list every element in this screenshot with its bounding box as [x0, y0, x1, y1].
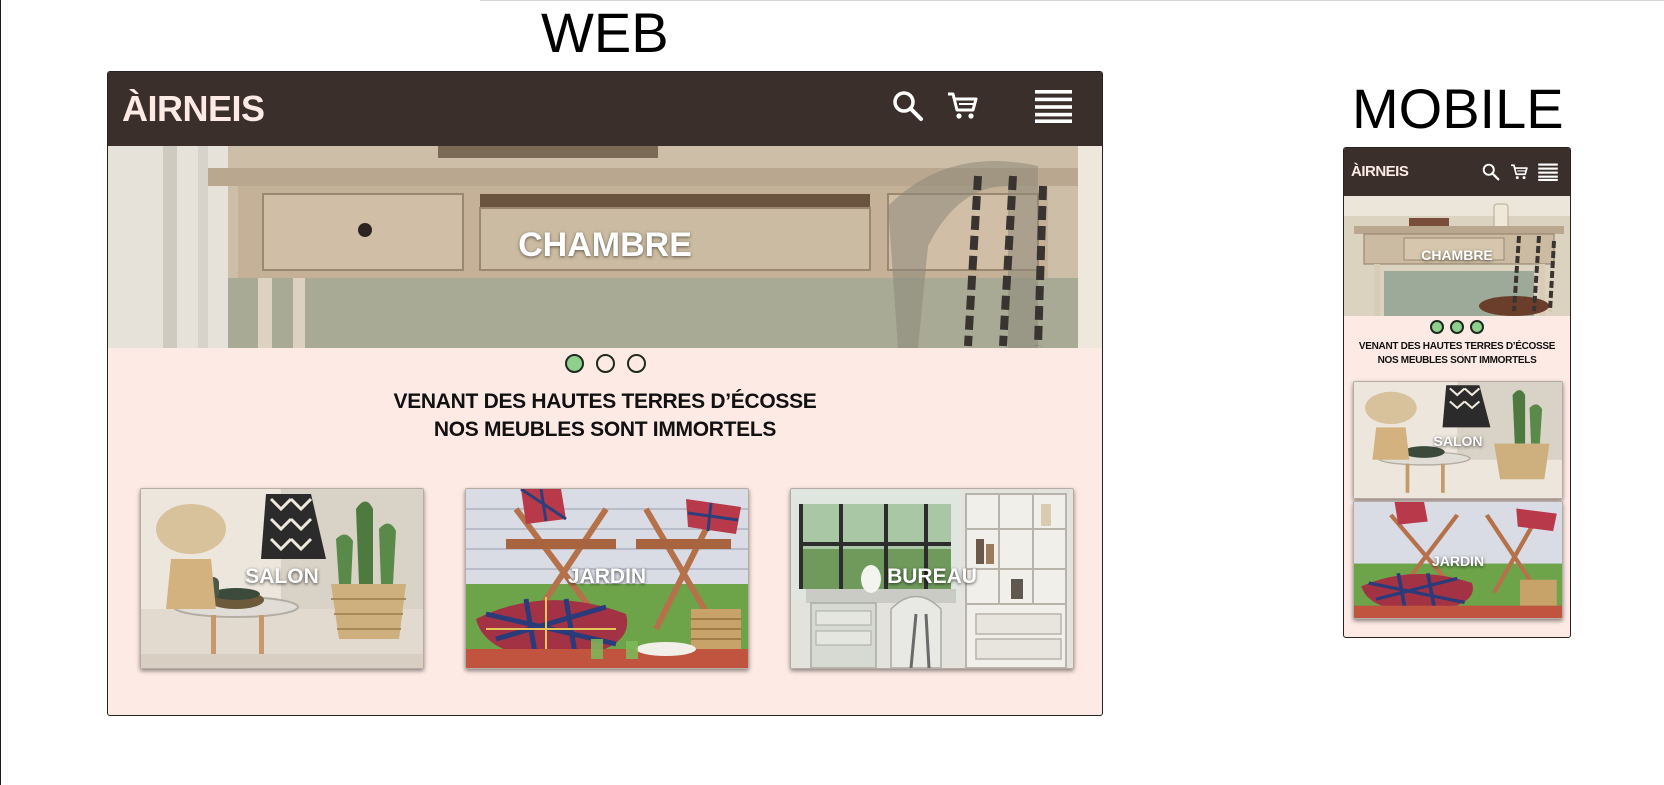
- mobile-mockup: ÀIRNEIS CHAMBRE VENANT DES HAUTES TERRES…: [1343, 147, 1571, 638]
- category-label: SALON: [1433, 433, 1483, 449]
- hero-title: CHAMBRE: [1421, 247, 1493, 263]
- tagline-line-2: NOS MEUBLES SONT IMMORTELS: [1377, 355, 1537, 366]
- carousel-dot[interactable]: [564, 354, 584, 373]
- menu-icon[interactable]: [1035, 89, 1072, 123]
- cart-icon[interactable]: [1510, 163, 1528, 181]
- tagline: VENANT DES HAUTES TERRES D’ÉCOSSE NOS ME…: [1344, 340, 1570, 368]
- carousel-dot[interactable]: [1450, 320, 1464, 334]
- category-label: JARDIN: [1431, 553, 1485, 569]
- brand-logo[interactable]: ÀIRNEIS: [122, 89, 265, 129]
- web-navbar: ÀIRNEIS: [108, 72, 1102, 146]
- brand-logo[interactable]: ÀIRNEIS: [1351, 163, 1409, 181]
- web-mockup: ÀIRNEIS CHAMBRE VENANT DES HAUTES TERRES…: [107, 71, 1103, 716]
- carousel-indicators: [1344, 320, 1570, 334]
- carousel-indicators: [108, 354, 1102, 373]
- search-icon[interactable]: [1482, 163, 1500, 181]
- canvas-left-edge: [0, 0, 1, 785]
- carousel-dot[interactable]: [626, 354, 646, 373]
- mobile-navbar: ÀIRNEIS: [1344, 148, 1570, 196]
- tagline-line-1: VENANT DES HAUTES TERRES D’ÉCOSSE: [1358, 341, 1556, 352]
- carousel-dot[interactable]: [595, 354, 615, 373]
- tagline-line-2: NOS MEUBLES SONT IMMORTELS: [433, 418, 777, 441]
- cart-icon[interactable]: [946, 90, 978, 122]
- carousel-dot[interactable]: [1430, 320, 1444, 334]
- tagline-line-1: VENANT DES HAUTES TERRES D’ÉCOSSE: [393, 390, 817, 413]
- tagline: VENANT DES HAUTES TERRES D’ÉCOSSE NOS ME…: [108, 388, 1102, 444]
- category-card-bureau[interactable]: BUREAU: [790, 488, 1074, 669]
- category-card-jardin[interactable]: JARDIN: [1353, 501, 1563, 619]
- hero-banner[interactable]: CHAMBRE: [1344, 196, 1570, 316]
- web-section-label: WEB: [541, 1, 669, 64]
- category-label: JARDIN: [567, 565, 647, 588]
- category-label: SALON: [245, 565, 319, 588]
- menu-icon[interactable]: [1538, 163, 1558, 181]
- carousel-dot[interactable]: [1470, 320, 1484, 334]
- category-label: BUREAU: [887, 565, 977, 588]
- hero-banner[interactable]: CHAMBRE: [108, 146, 1102, 348]
- hero-title: CHAMBRE: [518, 226, 692, 264]
- category-card-salon[interactable]: SALON: [1353, 381, 1563, 499]
- mobile-section-label: MOBILE: [1352, 77, 1564, 140]
- category-card-jardin[interactable]: JARDIN: [465, 488, 749, 669]
- category-card-salon[interactable]: SALON: [140, 488, 424, 669]
- search-icon[interactable]: [892, 90, 924, 122]
